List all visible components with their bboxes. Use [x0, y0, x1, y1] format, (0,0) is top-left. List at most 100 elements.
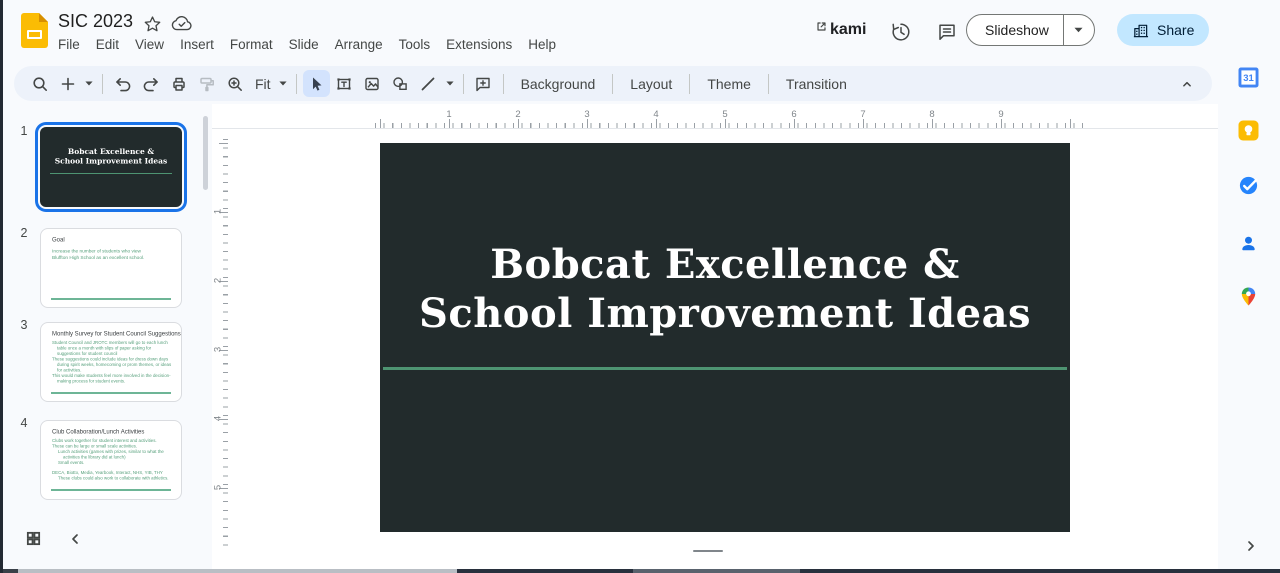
star-button[interactable]: [141, 13, 163, 35]
slide-thumbnail-2[interactable]: Goal Increase the number of students who…: [40, 228, 182, 308]
slide-thumbnail-1[interactable]: Bobcat Excellence & School Improvement I…: [40, 127, 182, 207]
menu-tools[interactable]: Tools: [391, 35, 439, 54]
undo-button[interactable]: [109, 70, 136, 97]
text-box-button[interactable]: [331, 70, 358, 97]
google-tasks-icon: [1238, 175, 1259, 196]
collapse-filmstrip-button[interactable]: [66, 530, 84, 548]
kami-extension-button[interactable]: kami: [816, 21, 866, 39]
zoom-button[interactable]: [221, 70, 248, 97]
google-keep-button[interactable]: [1237, 119, 1259, 141]
hide-side-panel-button[interactable]: [1242, 537, 1260, 555]
version-history-button[interactable]: [888, 19, 914, 45]
comment-icon: [937, 22, 957, 42]
layout-button[interactable]: Layout: [619, 76, 683, 92]
paint-roller-icon: [198, 75, 216, 93]
slides-logo-window: [27, 30, 42, 39]
svg-text:31: 31: [1243, 73, 1254, 84]
hide-menus-button[interactable]: [1173, 70, 1200, 97]
google-calendar-icon: 31: [1238, 67, 1259, 88]
horizontal-ruler: 1 2 3 4 5 6 7 8 9: [212, 111, 1218, 129]
slide-accent-line[interactable]: [383, 367, 1067, 370]
toolbar-separator: [503, 74, 504, 94]
insert-line-button[interactable]: [415, 70, 442, 97]
menu-file[interactable]: File: [50, 35, 88, 54]
caret-down-icon: [279, 81, 287, 86]
plus-icon: [59, 75, 77, 93]
current-slide[interactable]: Bobcat Excellence & School Improvement I…: [380, 143, 1070, 532]
menu-bar: File Edit View Insert Format Slide Arran…: [50, 35, 564, 54]
menu-edit[interactable]: Edit: [88, 35, 127, 54]
menu-view[interactable]: View: [127, 35, 172, 54]
open-comments-button[interactable]: [934, 19, 960, 45]
redo-icon: [142, 75, 160, 93]
thumbnail-4-divider: [51, 489, 171, 491]
google-contacts-button[interactable]: [1237, 232, 1259, 254]
insert-shape-button[interactable]: [387, 70, 414, 97]
slideshow-label: Slideshow: [967, 22, 1063, 38]
slide-thumbnail-3[interactable]: Monthly Survey for Student Council Sugge…: [40, 322, 182, 402]
slide-title-text[interactable]: Bobcat Excellence & School Improvement I…: [380, 240, 1070, 338]
cursor-icon: [307, 75, 325, 93]
menu-slide[interactable]: Slide: [281, 35, 327, 54]
menu-format[interactable]: Format: [222, 35, 281, 54]
search-menus-button[interactable]: [26, 70, 53, 97]
star-icon: [143, 15, 162, 34]
menu-insert[interactable]: Insert: [172, 35, 222, 54]
search-icon: [31, 75, 49, 93]
redo-button[interactable]: [137, 70, 164, 97]
insert-line-dropdown[interactable]: [443, 70, 457, 97]
menu-help[interactable]: Help: [520, 35, 564, 54]
speaker-notes-handle[interactable]: [693, 550, 723, 552]
slideshow-dropdown[interactable]: [1064, 27, 1094, 33]
menu-arrange[interactable]: Arrange: [327, 35, 391, 54]
v-ruler-number: 2: [213, 274, 224, 288]
thumbnail-3-divider: [51, 392, 171, 394]
print-button[interactable]: [165, 70, 192, 97]
kami-label: kami: [830, 21, 866, 39]
zoom-fit-dropdown[interactable]: [276, 70, 290, 97]
chevron-right-icon: [1245, 540, 1257, 552]
theme-button[interactable]: Theme: [696, 76, 762, 92]
google-maps-button[interactable]: [1237, 285, 1259, 307]
toolbar-separator: [689, 74, 690, 94]
h-ruler-number: 8: [929, 109, 934, 120]
slide-canvas-area: 1 2 3 4 5 6 7 8 9 1 2 3 4 5 Bobcat Excel…: [212, 104, 1218, 569]
background-button[interactable]: Background: [510, 76, 607, 92]
main-toolbar: Fit: [14, 66, 1212, 101]
slides-logo[interactable]: [21, 13, 48, 48]
slide-thumbnail-4[interactable]: Club Collaboration/Lunch Activities Club…: [40, 420, 182, 500]
slideshow-button[interactable]: Slideshow: [966, 14, 1095, 46]
filmstrip-scrollbar[interactable]: [203, 116, 208, 190]
thumbnail-1-title: Bobcat Excellence & School Improvement I…: [40, 147, 182, 185]
transition-button[interactable]: Transition: [775, 76, 858, 92]
grid-view-button[interactable]: [22, 527, 44, 549]
undo-icon: [114, 75, 132, 93]
toolbar-separator: [612, 74, 613, 94]
select-tool-button[interactable]: [303, 70, 330, 97]
zoom-fit-label[interactable]: Fit: [249, 76, 275, 92]
slide-number-4: 4: [15, 416, 33, 430]
shape-icon: [391, 75, 409, 93]
image-icon: [363, 75, 381, 93]
google-calendar-button[interactable]: 31: [1237, 66, 1259, 88]
open-in-new-icon: [816, 21, 827, 32]
document-title[interactable]: SIC 2023: [58, 11, 133, 32]
toolbar-separator: [463, 74, 464, 94]
caret-down-icon: [1074, 27, 1083, 33]
cloud-saved-icon: [171, 16, 193, 32]
chevron-left-icon: [69, 533, 81, 545]
insert-image-button[interactable]: [359, 70, 386, 97]
add-comment-button[interactable]: [470, 70, 497, 97]
chevron-up-icon: [1179, 76, 1195, 92]
document-status-button[interactable]: [170, 14, 194, 34]
toolbar-separator: [102, 74, 103, 94]
h-ruler-number: 2: [515, 109, 520, 120]
v-ruler-number: 4: [213, 412, 224, 426]
building-icon: [1132, 22, 1149, 39]
share-button[interactable]: Share: [1117, 14, 1209, 46]
new-slide-dropdown[interactable]: [82, 70, 96, 97]
menu-extensions[interactable]: Extensions: [438, 35, 520, 54]
google-tasks-button[interactable]: [1237, 174, 1259, 196]
new-slide-button[interactable]: [54, 70, 81, 97]
paint-format-button[interactable]: [193, 70, 220, 97]
